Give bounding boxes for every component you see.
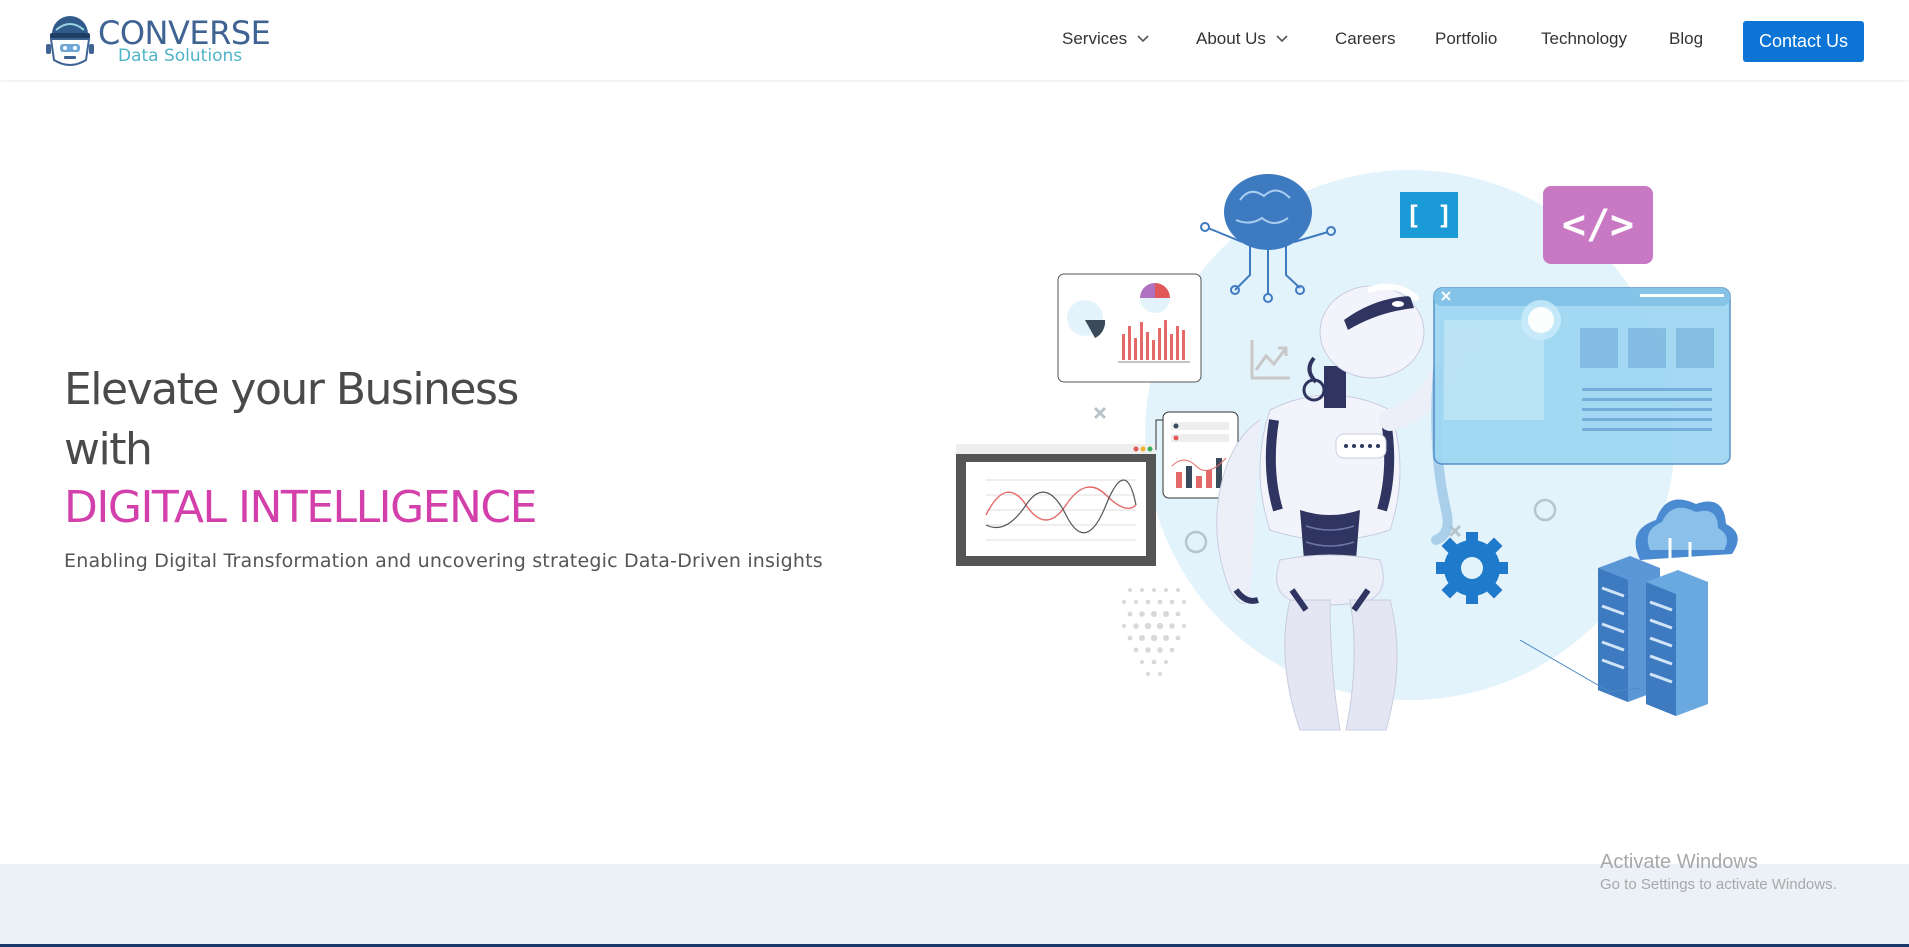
watermark-subtitle: Go to Settings to activate Windows. bbox=[1600, 876, 1837, 893]
ai-robot-illustration: [ ] </> bbox=[956, 170, 1738, 731]
brand-logo[interactable]: CONVERSE Data Solutions bbox=[46, 10, 276, 70]
hero-line-2: with bbox=[64, 424, 153, 475]
server-rack-right bbox=[1646, 570, 1708, 716]
nav-item-label: Technology bbox=[1541, 29, 1628, 48]
halftone-dots bbox=[1122, 588, 1186, 676]
nav-item-blog[interactable]: Blog bbox=[1669, 29, 1703, 49]
nav-item-label: Careers bbox=[1335, 29, 1396, 48]
bar-chart-card bbox=[1057, 273, 1202, 383]
code-tag-label: </> bbox=[1562, 202, 1634, 248]
holographic-screen bbox=[1433, 287, 1731, 465]
activate-windows-watermark: Activate Windows Go to Settings to activ… bbox=[1600, 850, 1837, 896]
decorative-cross-icon bbox=[1093, 406, 1107, 420]
nav-item-careers[interactable]: Careers bbox=[1335, 29, 1395, 49]
hero-accent-heading: DIGITAL INTELLIGENCE bbox=[64, 482, 537, 533]
hero-subtitle: Enabling Digital Transformation and unco… bbox=[64, 550, 823, 572]
code-tag-icon: </> bbox=[1543, 186, 1653, 264]
nav-item-about-us[interactable]: About Us bbox=[1196, 29, 1288, 49]
robot-head-logo-icon bbox=[46, 16, 94, 66]
nav-item-label: About Us bbox=[1196, 29, 1266, 48]
gear-icon bbox=[1436, 532, 1508, 604]
chevron-down-icon bbox=[1137, 35, 1149, 43]
nav-item-technology[interactable]: Technology bbox=[1541, 29, 1627, 49]
hero-line-1: Elevate your Business bbox=[64, 364, 519, 415]
chevron-down-icon bbox=[1276, 35, 1288, 43]
hero-heading: Elevate your Business with bbox=[64, 360, 519, 480]
brand-name: CONVERSE bbox=[98, 14, 271, 52]
contact-us-button[interactable]: Contact Us bbox=[1743, 21, 1864, 62]
nav-item-portfolio[interactable]: Portfolio bbox=[1435, 29, 1497, 49]
brand-tagline: Data Solutions bbox=[118, 46, 243, 66]
nav-item-label: Services bbox=[1062, 29, 1128, 48]
watermark-title: Activate Windows bbox=[1600, 851, 1758, 873]
code-brackets-icon: [ ] bbox=[1400, 192, 1458, 238]
nav-item-services[interactable]: Services bbox=[1062, 29, 1149, 49]
nav-item-label: Blog bbox=[1669, 29, 1704, 48]
monitor-line-chart bbox=[956, 444, 1156, 566]
nav-item-label: Portfolio bbox=[1435, 29, 1498, 48]
top-navbar: CONVERSE Data Solutions Services About U… bbox=[0, 0, 1909, 80]
code-brackets-label: [ ] bbox=[1406, 201, 1453, 231]
